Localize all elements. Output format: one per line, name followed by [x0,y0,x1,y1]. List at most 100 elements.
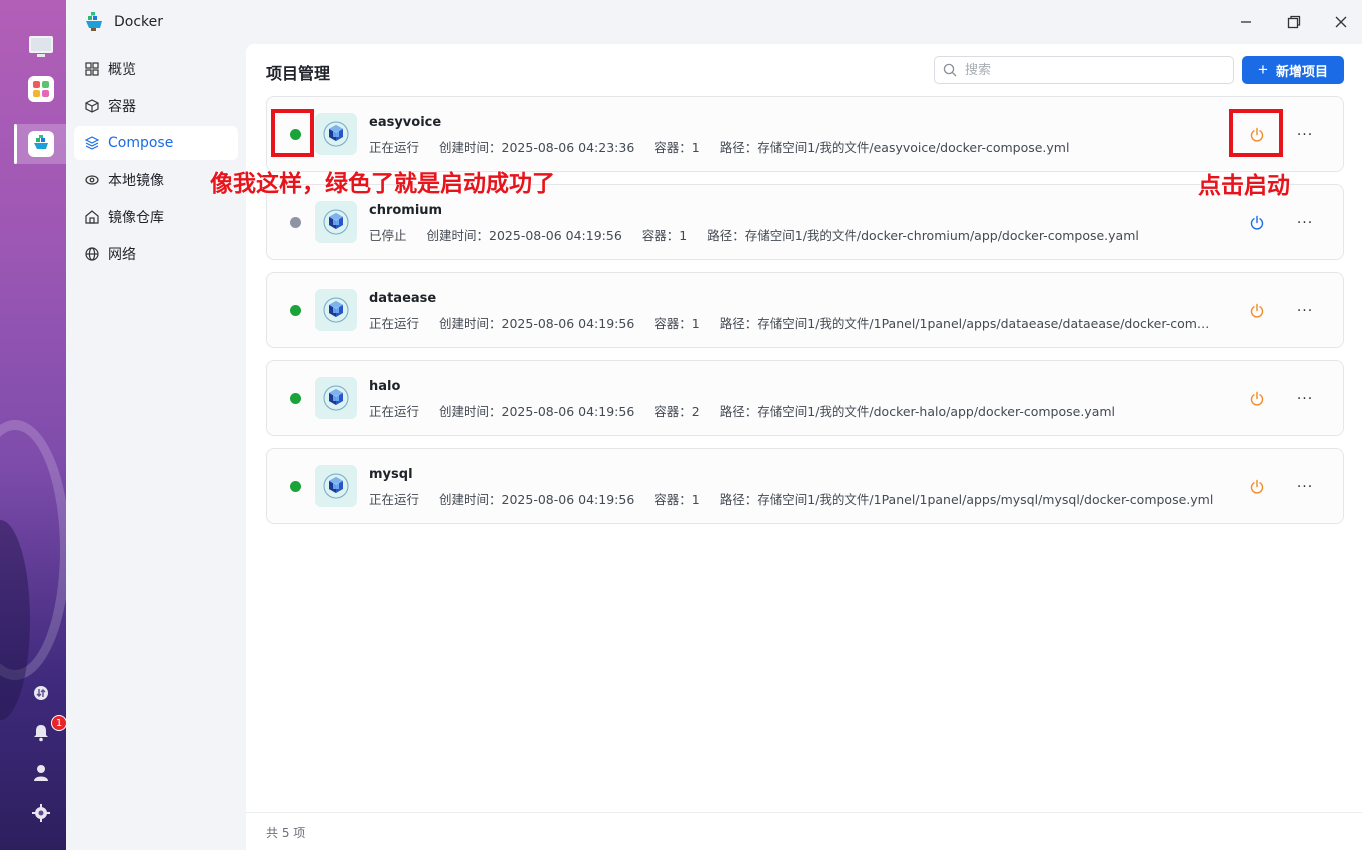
minimize-button[interactable] [1236,12,1256,32]
project-meta: 正在运行 创建时间：2025-08-06 04:19:56 容器：1 路径：存储空间1… [369,313,1215,332]
power-button[interactable] [1247,301,1267,321]
project-status: 已停止 [369,228,407,243]
project-meta: 已停止 创建时间：2025-08-06 04:19:56 容器：1 路径：存储空间1/… [369,225,1139,244]
sidebar-item-label: 镜像仓库 [108,210,164,226]
project-containers: 容器：1 [654,316,700,331]
project-path: 路径：存储空间1/我的文件/1Panel/1panel/apps/mysql/m… [719,492,1214,507]
notification-badge: 1 [51,715,66,731]
globe-icon [84,246,100,262]
annotation-box-status [271,109,314,157]
project-status: 正在运行 [369,404,420,419]
docker-window: Docker 概览 容器 Compose 本地镜像 镜像仓库 网络 项目管理 搜… [66,0,1362,850]
project-status: 正在运行 [369,140,420,155]
power-icon [1250,391,1264,406]
search-input[interactable] [965,60,1225,80]
more-options-button[interactable]: ··· [1293,125,1317,145]
annotation-box-power [1229,109,1283,157]
desktop-dock: 1 [0,0,66,850]
project-created: 创建时间：2025-08-06 04:19:56 [426,228,622,243]
project-name[interactable]: dataease [369,291,436,306]
sidebar-item-label: 容器 [108,99,136,115]
compose-logo-icon [315,465,357,507]
project-card[interactable]: easyvoice 正在运行 创建时间：2025-08-06 04:23:36 容器：… [266,96,1344,172]
user-icon[interactable] [28,760,54,786]
window-title: Docker [114,14,164,30]
project-name[interactable]: easyvoice [369,115,441,130]
add-project-button[interactable]: + 新增项目 [1242,56,1344,84]
project-card[interactable]: halo 正在运行 创建时间：2025-08-06 04:19:56 容器：2 路径：存… [266,360,1344,436]
sidebar-item-compose[interactable]: Compose [74,126,238,160]
project-created: 创建时间：2025-08-06 04:19:56 [439,404,635,419]
maximize-button[interactable] [1284,12,1304,32]
sidebar-item-label: 概览 [108,62,136,78]
page-title: 项目管理 [266,64,331,83]
settings-gear-icon[interactable] [28,800,54,826]
status-dot [290,393,301,404]
sidebar-item-registry[interactable]: 镜像仓库 [74,200,238,234]
transfer-icon[interactable] [28,680,54,706]
status-dot [290,481,301,492]
monitor-icon[interactable] [28,34,54,60]
project-card[interactable]: mysql 正在运行 创建时间：2025-08-06 04:19:56 容器：1 路径：… [266,448,1344,524]
more-options-button[interactable]: ··· [1293,477,1317,497]
project-status: 正在运行 [369,492,420,507]
compose-logo-icon [315,289,357,331]
status-dot [290,305,301,316]
project-name[interactable]: mysql [369,467,413,482]
status-dot [290,217,301,228]
project-containers: 容器：1 [654,492,700,507]
project-name[interactable]: chromium [369,203,442,218]
compose-logo-icon [315,113,357,155]
compose-logo-icon [315,377,357,419]
project-meta: 正在运行 创建时间：2025-08-06 04:19:56 容器：1 路径：存储空间1… [369,489,1213,508]
close-button[interactable] [1331,12,1351,32]
title-bar[interactable]: Docker [66,0,1362,44]
project-path: 路径：存储空间1/我的文件/easyvoice/docker-compose.y… [719,140,1070,155]
eye-icon [84,172,100,188]
project-path: 路径：存储空间1/我的文件/1Panel/1panel/apps/dataeas… [719,316,1215,331]
sidebar-item-label: 网络 [108,247,136,263]
search-icon [943,63,957,77]
sidebar-item-label: Compose [108,135,174,151]
sidebar-item-network[interactable]: 网络 [74,237,238,271]
project-meta: 正在运行 创建时间：2025-08-06 04:19:56 容器：2 路径：存储空间1… [369,401,1115,420]
power-button[interactable] [1247,477,1267,497]
sidebar-item-label: 本地镜像 [108,173,164,189]
power-icon [1250,303,1264,318]
project-created: 创建时间：2025-08-06 04:23:36 [439,140,635,155]
sidebar-item-overview[interactable]: 概览 [74,52,238,86]
project-containers: 容器：1 [641,228,688,243]
power-button[interactable] [1247,213,1267,233]
docker-logo-icon [84,12,104,32]
power-icon [1250,479,1264,494]
project-status: 正在运行 [369,316,420,331]
project-created: 创建时间：2025-08-06 04:19:56 [439,492,635,507]
sidebar-item-containers[interactable]: 容器 [74,89,238,123]
dock-active-indicator [14,124,17,164]
layers-icon [84,135,100,151]
project-containers: 容器：1 [654,140,700,155]
power-icon [1250,215,1264,230]
project-name[interactable]: halo [369,379,400,394]
more-options-button[interactable]: ··· [1293,301,1317,321]
list-footer: 共 5 项 [246,812,1362,850]
more-options-button[interactable]: ··· [1293,213,1317,233]
project-card[interactable]: dataease 正在运行 创建时间：2025-08-06 04:19:56 容器：1… [266,272,1344,348]
add-project-label: 新增项目 [1275,63,1328,79]
project-path: 路径：存储空间1/我的文件/docker-chromium/app/docker… [707,228,1139,243]
project-containers: 容器：2 [654,404,700,419]
project-created: 创建时间：2025-08-06 04:19:56 [439,316,635,331]
search-box[interactable] [934,56,1234,84]
cube-icon [84,98,100,114]
annotation-start-note: 点击启动 [1198,173,1290,199]
more-options-button[interactable]: ··· [1293,389,1317,409]
power-button[interactable] [1247,389,1267,409]
app-center-icon[interactable] [28,76,54,102]
project-path: 路径：存储空间1/我的文件/docker-halo/app/docker-com… [719,404,1116,419]
docker-dock-icon[interactable] [28,131,54,157]
annotation-status-note: 像我这样，绿色了就是启动成功了 [210,171,555,197]
home-icon [84,209,100,225]
project-meta: 正在运行 创建时间：2025-08-06 04:23:36 容器：1 路径：存储空间1… [369,137,1069,156]
compose-logo-icon [315,201,357,243]
plus-icon: + [1258,60,1268,79]
